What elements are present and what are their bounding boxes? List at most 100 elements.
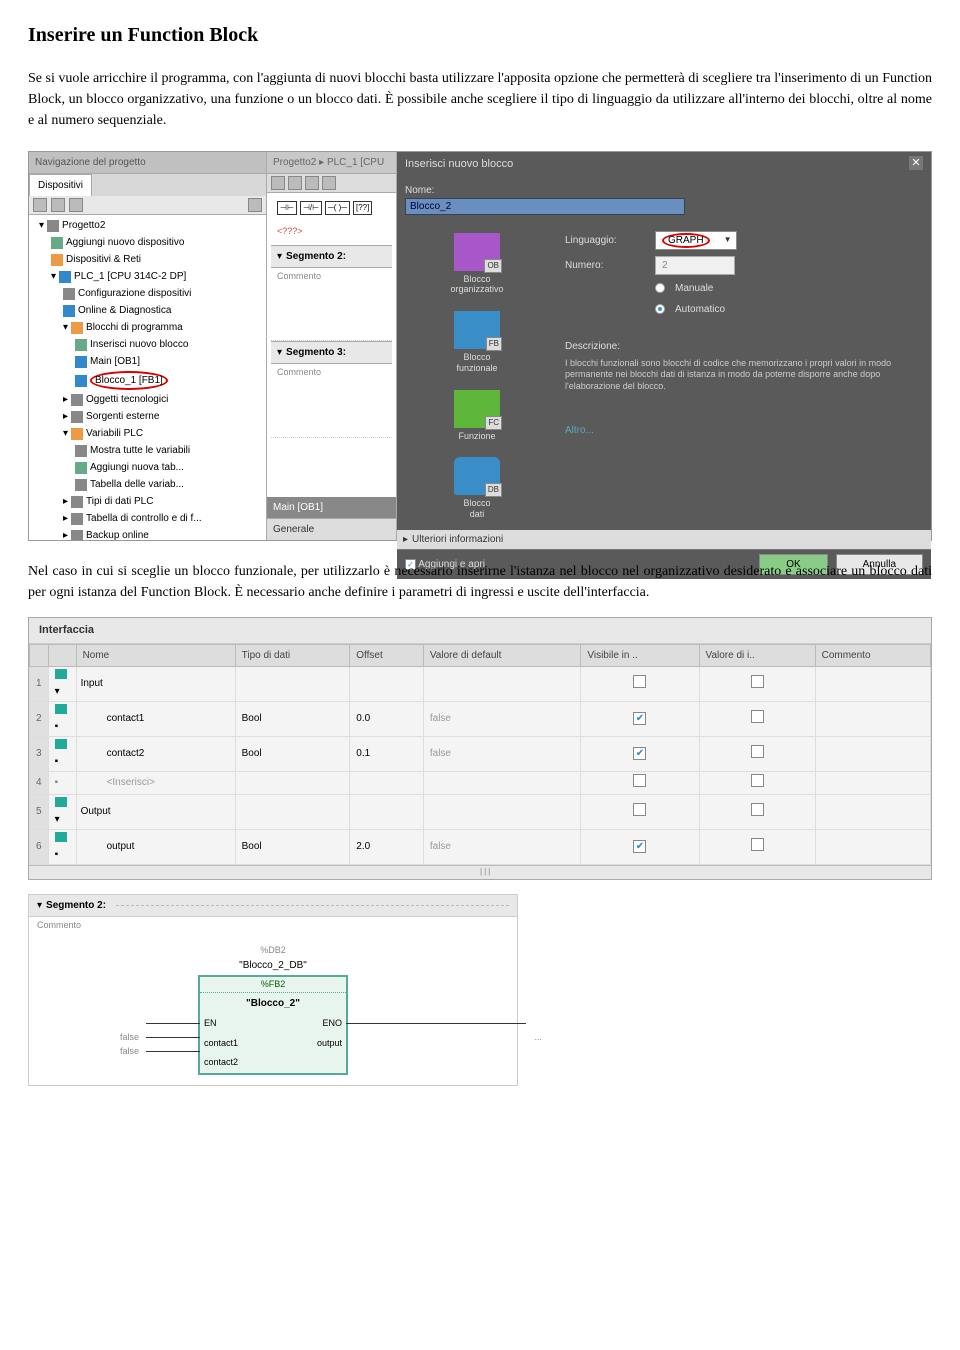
fb-call-box[interactable]: %FB2 "Blocco_2" EN ENO contact1 output c… (198, 975, 348, 1075)
number-input[interactable]: 2 (655, 256, 735, 275)
tree-item[interactable]: Inserisci nuovo blocco (31, 336, 264, 353)
tree-root[interactable]: ▾ Progetto2 (31, 217, 264, 234)
main-ob1-tab[interactable]: Main [OB1] (267, 497, 396, 518)
segment-comment[interactable]: Commento (271, 268, 392, 286)
segment-3-header[interactable]: ▾Segmento 3: (271, 341, 392, 364)
column-header[interactable]: Commento (815, 644, 930, 666)
tree-item[interactable]: Mostra tutte le variabili (31, 442, 264, 459)
column-header[interactable]: Visibile in .. (581, 644, 699, 666)
table-row[interactable]: 2 ▪contact1Bool0.0false✔ (30, 701, 931, 736)
ncontact-symbol[interactable]: ⊣/⊢ (300, 201, 322, 215)
table-row[interactable]: 6 ▪outputBool2.0false✔ (30, 829, 931, 864)
toolbar-icon[interactable] (288, 176, 302, 190)
table-row[interactable]: 4▪<Inserisci> (30, 771, 931, 794)
project-navigator: Navigazione del progetto Dispositivi ▾ P… (29, 152, 267, 540)
visible-checkbox[interactable]: ✔ (633, 712, 646, 725)
block-type-ob[interactable]: Blocco organizzativo (409, 227, 545, 306)
ladder-network[interactable]: %DB2 "Blocco_2_DB" %FB2 "Blocco_2" EN EN… (29, 934, 517, 1085)
paragraph-2: Nel caso in cui si sceglie un blocco fun… (28, 561, 932, 603)
segment-2-body[interactable] (271, 285, 392, 341)
tree-item[interactable]: ▸ Sorgenti esterne (31, 408, 264, 425)
table-row[interactable]: 3 ▪contact2Bool0.1false✔ (30, 736, 931, 771)
ladder-symbols: ⊣⊢ ⊣/⊢ ─( )─ [??] (271, 197, 392, 219)
project-tree[interactable]: ▾ Progetto2 Aggiungi nuovo dispositivo D… (29, 215, 266, 540)
close-icon[interactable]: ✕ (909, 156, 923, 170)
table-row[interactable]: 1 ▾Input (30, 666, 931, 701)
tree-item[interactable]: Aggiungi nuova tab... (31, 459, 264, 476)
more-info-expander[interactable]: ▸Ulteriori informazioni (397, 530, 931, 549)
value-checkbox[interactable] (751, 710, 764, 723)
column-header[interactable]: Offset (350, 644, 424, 666)
column-header[interactable] (30, 644, 49, 666)
more-link[interactable]: Altro... (565, 423, 911, 438)
block-type-fb[interactable]: Blocco funzionale (409, 305, 545, 384)
toolbar-icon[interactable] (248, 198, 262, 212)
box-symbol[interactable]: [??] (353, 201, 372, 215)
column-header[interactable]: Valore di i.. (699, 644, 815, 666)
segment-comment[interactable]: Commento (271, 364, 392, 382)
toolbar-icon[interactable] (271, 176, 285, 190)
column-header[interactable]: Valore di default (423, 644, 581, 666)
tree-item[interactable]: ▸ Backup online (31, 527, 264, 540)
segment-3-body[interactable] (271, 382, 392, 438)
language-select[interactable]: GRAPH (655, 231, 737, 250)
tree-item[interactable]: ▸ Tipi di dati PLC (31, 493, 264, 510)
segment-2-header[interactable]: ▾Segmento 2: (271, 245, 392, 268)
column-header[interactable]: Nome (76, 644, 235, 666)
tree-item[interactable]: Configurazione dispositivi (31, 285, 264, 302)
contact-symbol[interactable]: ⊣⊢ (277, 201, 297, 215)
column-header[interactable] (48, 644, 76, 666)
visible-checkbox[interactable] (633, 774, 646, 787)
visible-checkbox[interactable]: ✔ (633, 747, 646, 760)
segment-comment[interactable]: Commento (29, 917, 517, 935)
tree-item[interactable]: ▾ Variabili PLC (31, 425, 264, 442)
block-name-input[interactable] (405, 198, 685, 215)
visible-checkbox[interactable]: ✔ (633, 840, 646, 853)
automatic-radio[interactable] (655, 304, 665, 314)
tree-item[interactable]: Dispositivi & Reti (31, 251, 264, 268)
tree-item[interactable]: Tabella delle variab... (31, 476, 264, 493)
backup-icon (71, 530, 83, 541)
ext-sources-icon (71, 411, 83, 423)
add-block-icon (75, 339, 87, 351)
block-type-db[interactable]: Blocco dati (409, 451, 545, 530)
visible-checkbox[interactable] (633, 675, 646, 688)
tab-dispositivi[interactable]: Dispositivi (29, 174, 92, 196)
column-header[interactable]: Tipo di dati (235, 644, 350, 666)
page-title: Inserire un Function Block (28, 20, 932, 50)
toolbar-icon[interactable] (33, 198, 47, 212)
insert-block-dialog: Inserisci nuovo blocco ✕ Nome: Blocco or… (397, 152, 931, 540)
generale-tab[interactable]: Generale (267, 518, 396, 540)
value-checkbox[interactable] (751, 838, 764, 851)
breadcrumb[interactable]: Progetto2 ▸ PLC_1 [CPU (267, 152, 396, 174)
nav-toolbar (29, 196, 266, 215)
toolbar-icon[interactable] (322, 176, 336, 190)
toolbar-icon[interactable] (69, 198, 83, 212)
toolbar-icon[interactable] (305, 176, 319, 190)
screenshot-interface-table: Interfaccia NomeTipo di datiOffsetValore… (28, 617, 932, 880)
value-checkbox[interactable] (751, 675, 764, 688)
tree-item[interactable]: ▸ Oggetti tecnologici (31, 391, 264, 408)
scrollbar[interactable] (29, 865, 931, 879)
tree-item[interactable]: Online & Diagnostica (31, 302, 264, 319)
tree-item[interactable]: ▸ Tabella di controllo e di f... (31, 510, 264, 527)
table-row[interactable]: 5 ▾Output (30, 794, 931, 829)
tree-item-circled[interactable]: Blocco_1 [FB1] (31, 370, 264, 391)
screenshot-fb-instance: ▾Segmento 2: Commento %DB2 "Blocco_2_DB"… (28, 894, 518, 1086)
tree-item[interactable]: ▾ PLC_1 [CPU 314C-2 DP] (31, 268, 264, 285)
value-checkbox[interactable] (751, 803, 764, 816)
plc-icon (59, 271, 71, 283)
tree-item[interactable]: Aggiungi nuovo dispositivo (31, 234, 264, 251)
manual-radio[interactable] (655, 283, 665, 293)
coil-symbol[interactable]: ─( )─ (325, 201, 350, 215)
block-type-fc[interactable]: Funzione (409, 384, 545, 452)
tree-item[interactable]: ▾ Blocchi di programma (31, 319, 264, 336)
segment-2-header[interactable]: ▾Segmento 2: (29, 895, 517, 917)
toolbar-icon[interactable] (51, 198, 65, 212)
false-value: false (120, 1045, 139, 1059)
value-checkbox[interactable] (751, 774, 764, 787)
value-checkbox[interactable] (751, 745, 764, 758)
visible-checkbox[interactable] (633, 803, 646, 816)
output-pin: output (317, 1037, 342, 1051)
tree-item[interactable]: Main [OB1] (31, 353, 264, 370)
